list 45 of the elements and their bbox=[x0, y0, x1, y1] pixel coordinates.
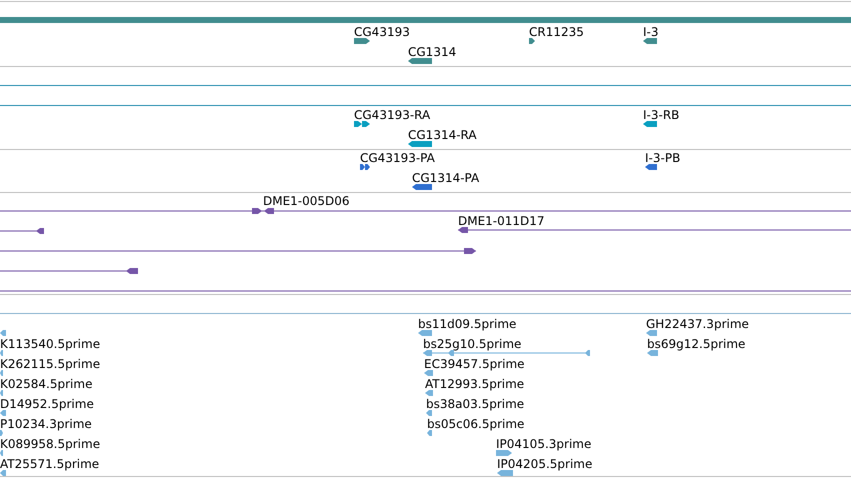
feature-label: CG43193-RA bbox=[354, 108, 430, 122]
feature-label: bs05c06.5prime bbox=[427, 417, 524, 431]
feature-label: AT12993.5prime bbox=[425, 377, 524, 391]
feature-glyph[interactable] bbox=[0, 208, 851, 214]
feature-glyph[interactable] bbox=[458, 227, 851, 233]
feature-label: CR11235 bbox=[529, 25, 584, 39]
feature-glyph[interactable] bbox=[529, 38, 535, 44]
feature-label: I-3 bbox=[643, 25, 659, 39]
feature-label: bs11d09.5prime bbox=[418, 317, 516, 331]
feature-glyph[interactable] bbox=[412, 184, 432, 190]
feature-glyph[interactable] bbox=[360, 164, 370, 170]
feature-label: I-3-PB bbox=[645, 151, 680, 165]
feature-label: IP04205.5prime bbox=[497, 457, 592, 471]
feature-glyph[interactable] bbox=[643, 121, 657, 127]
feature-label: P10234.3prime bbox=[0, 417, 92, 431]
feature-glyph[interactable] bbox=[0, 248, 476, 254]
feature-label: CG1314-RA bbox=[408, 128, 477, 142]
feature-label: DME1-011D17 bbox=[458, 214, 545, 228]
feature-glyph[interactable] bbox=[0, 268, 138, 274]
feature-label: CG43193-PA bbox=[360, 151, 435, 165]
feature-glyph[interactable] bbox=[643, 38, 657, 44]
feature-label: bs38a03.5prime bbox=[426, 397, 524, 411]
feature-label: IP04105.3prime bbox=[496, 437, 592, 451]
feature-label: K089958.5prime bbox=[0, 437, 100, 451]
feature-label: D14952.5prime bbox=[0, 397, 94, 411]
feature-label: EC39457.5prime bbox=[424, 357, 525, 371]
feature-label: bs69g12.5prime bbox=[647, 337, 746, 351]
feature-label: CG1314 bbox=[408, 45, 456, 59]
feature-label: AT25571.5prime bbox=[0, 457, 100, 471]
feature-label: K113540.5prime bbox=[0, 337, 100, 351]
feature-glyph[interactable] bbox=[0, 288, 851, 294]
feature-glyph[interactable] bbox=[0, 228, 44, 234]
feature-label: bs25g10.5prime bbox=[423, 337, 522, 351]
feature-glyph[interactable] bbox=[354, 38, 370, 44]
feature-label: CG1314-PA bbox=[412, 171, 480, 185]
feature-glyph[interactable] bbox=[408, 141, 432, 147]
feature-label: CG43193 bbox=[354, 25, 410, 39]
feature-label: GH22437.3prime bbox=[646, 317, 749, 331]
feature-glyph[interactable] bbox=[408, 58, 432, 64]
feature-label: DME1-005D06 bbox=[263, 194, 350, 208]
feature-label: K02584.5prime bbox=[0, 377, 92, 391]
feature-label: I-3-RB bbox=[643, 108, 680, 122]
feature-glyph[interactable] bbox=[354, 121, 370, 127]
feature-glyph[interactable] bbox=[645, 164, 657, 170]
feature-label: K262115.5prime bbox=[0, 357, 100, 371]
